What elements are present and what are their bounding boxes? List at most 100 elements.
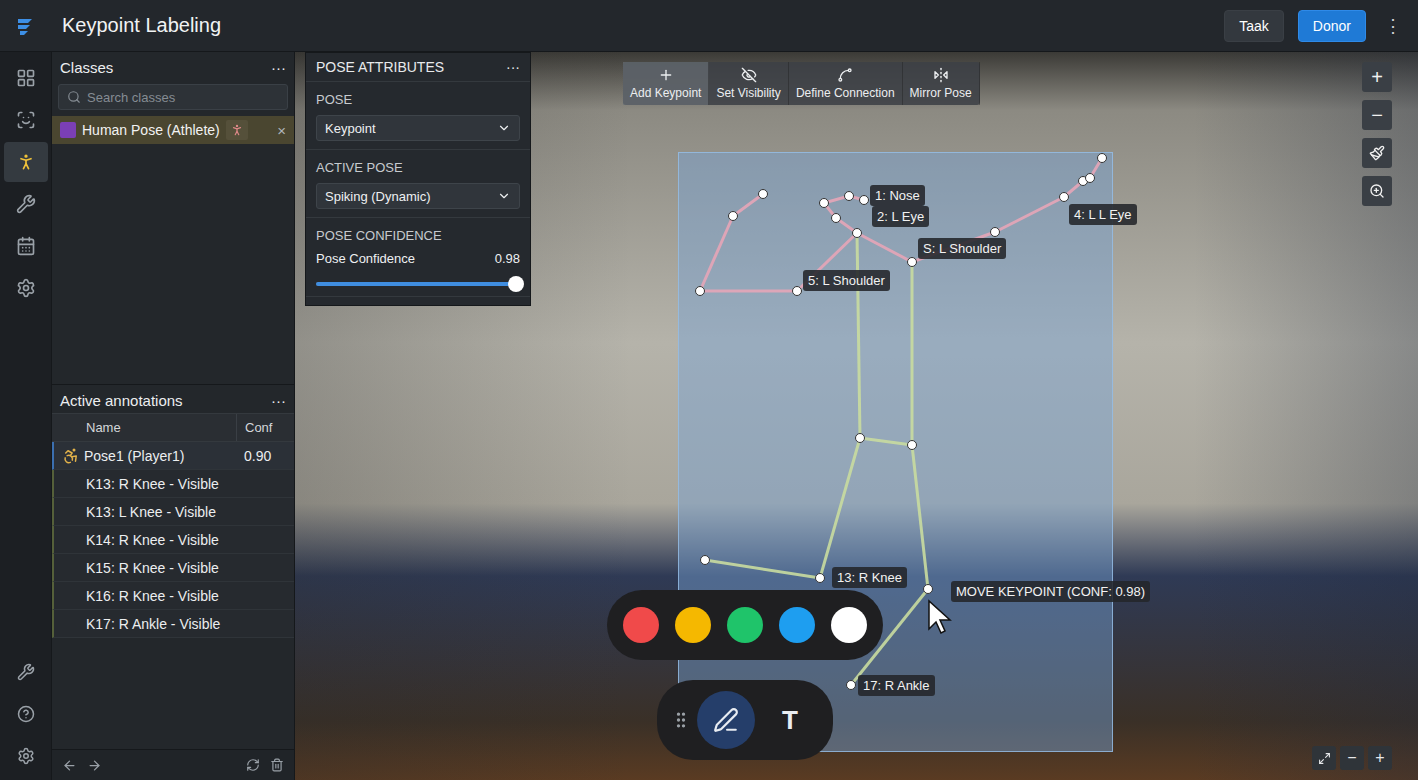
toolbar-button[interactable]: Set Visibility bbox=[709, 62, 788, 105]
back-icon[interactable] bbox=[62, 758, 77, 773]
annotations-panel: Active annotations···NameConfPose1 (Play… bbox=[52, 385, 294, 750]
top-bar: Keypoint Labeling Taak Donor ⋮ bbox=[0, 0, 1418, 52]
panel-menu[interactable]: ··· bbox=[506, 59, 520, 75]
color-palette bbox=[607, 590, 883, 660]
class-item[interactable]: Human Pose (Athlete)× bbox=[52, 116, 294, 144]
panel-menu[interactable]: ··· bbox=[271, 392, 286, 409]
rail-item[interactable] bbox=[4, 184, 48, 224]
panel-header: Active annotations··· bbox=[52, 385, 294, 413]
attribute-field: ACTIVE POSESpiking (Dynamic) bbox=[306, 150, 530, 218]
table-row[interactable]: K13: R Knee - Visible bbox=[52, 470, 294, 498]
table-row[interactable]: Pose1 (Player1)0.90 bbox=[52, 442, 294, 470]
table-row[interactable]: K17: R Ankle - Visible bbox=[52, 610, 294, 638]
brush-icon bbox=[1369, 145, 1385, 161]
rail-item[interactable] bbox=[4, 694, 48, 734]
color-swatch[interactable] bbox=[623, 607, 659, 643]
forward-icon[interactable] bbox=[87, 758, 102, 773]
keypoint-label[interactable]: S: L Shoulder bbox=[918, 238, 1006, 259]
table-header: NameConf bbox=[52, 413, 294, 442]
keypoint-label[interactable]: 4: L L Eye bbox=[1069, 204, 1137, 225]
grip-icon[interactable] bbox=[671, 710, 691, 730]
keypoint-label[interactable]: 17: R Ankle bbox=[858, 675, 935, 696]
rail-item[interactable] bbox=[4, 100, 48, 140]
search-field[interactable]: Search classes bbox=[58, 84, 288, 110]
skeleton-icon bbox=[226, 120, 248, 140]
column-header[interactable]: Conf bbox=[236, 414, 294, 441]
zoom-bar: −+ bbox=[1312, 746, 1392, 770]
select-field[interactable]: Keypoint bbox=[316, 115, 520, 141]
chevron-down-icon bbox=[497, 121, 511, 135]
image-canvas[interactable]: POSE ATTRIBUTES···POSEKeypointACTIVE POS… bbox=[295, 52, 1418, 780]
app-title: Keypoint Labeling bbox=[62, 14, 1210, 37]
scan-icon bbox=[16, 110, 36, 130]
logo-icon bbox=[14, 15, 36, 37]
rail-item[interactable] bbox=[4, 226, 48, 266]
table-row[interactable]: K14: R Knee - Visible bbox=[52, 526, 294, 554]
panel-footer bbox=[52, 750, 294, 780]
zoom-out-button[interactable]: − bbox=[1340, 746, 1364, 770]
text-tool[interactable]: T bbox=[761, 691, 819, 749]
table-row[interactable]: K13: L Knee - Visible bbox=[52, 498, 294, 526]
fit-icon bbox=[1318, 752, 1331, 765]
connection-icon bbox=[837, 67, 853, 83]
gear-icon bbox=[17, 747, 35, 765]
rail-item[interactable] bbox=[4, 142, 48, 182]
cursor-icon bbox=[927, 599, 953, 635]
rail-item[interactable] bbox=[4, 268, 48, 308]
chevron-down-icon bbox=[497, 189, 511, 203]
primary-button[interactable]: Donor bbox=[1298, 10, 1366, 42]
fit-button[interactable] bbox=[1312, 746, 1336, 770]
pose-icon bbox=[16, 152, 36, 172]
rail-item[interactable] bbox=[4, 652, 48, 692]
toolbar-button[interactable]: Add Keypoint bbox=[623, 62, 709, 105]
confidence-slider[interactable] bbox=[316, 282, 520, 286]
wrench-icon bbox=[17, 663, 35, 681]
class-swatch bbox=[60, 122, 76, 138]
keypoint-label[interactable]: 13: R Knee bbox=[832, 567, 907, 588]
eye-off-icon bbox=[741, 67, 757, 83]
keypoint-label[interactable]: 1: Nose bbox=[870, 185, 925, 206]
toolbar-button[interactable]: Define Connection bbox=[789, 62, 903, 105]
panel-header: POSE ATTRIBUTES··· bbox=[306, 53, 530, 82]
secondary-button[interactable]: Taak bbox=[1224, 10, 1284, 42]
bounding-box[interactable] bbox=[678, 152, 1113, 752]
wrench-icon bbox=[16, 194, 36, 214]
zoom-in-button[interactable]: + bbox=[1362, 62, 1392, 92]
rail-item[interactable] bbox=[4, 58, 48, 98]
draw-tool[interactable] bbox=[697, 691, 755, 749]
keypoint-label[interactable]: MOVE KEYPOINT (CONF: 0.98) bbox=[951, 581, 1150, 602]
zoom-in-button[interactable]: + bbox=[1368, 746, 1392, 770]
brush-button[interactable] bbox=[1362, 138, 1392, 168]
search-icon bbox=[67, 90, 81, 104]
magnify-icon bbox=[1369, 183, 1385, 199]
icon-rail bbox=[0, 52, 52, 780]
color-swatch[interactable] bbox=[831, 607, 867, 643]
select-field[interactable]: Spiking (Dynamic) bbox=[316, 183, 520, 209]
canvas-toolbar: Add KeypointSet VisibilityDefine Connect… bbox=[623, 62, 980, 105]
classes-panel: Classes···Search classesHuman Pose (Athl… bbox=[52, 52, 294, 385]
app-window: Keypoint LabelingTaakDonor⋮Classes···Sea… bbox=[0, 0, 1418, 780]
refresh-icon[interactable] bbox=[246, 758, 260, 772]
attribute-field: POSEKeypoint bbox=[306, 82, 530, 150]
left-column: Classes···Search classesHuman Pose (Athl… bbox=[52, 52, 295, 780]
color-swatch[interactable] bbox=[779, 607, 815, 643]
panel-menu[interactable]: ··· bbox=[271, 59, 286, 76]
more-menu[interactable]: ⋮ bbox=[1380, 15, 1406, 37]
remove-button[interactable]: × bbox=[277, 122, 286, 139]
color-swatch[interactable] bbox=[727, 607, 763, 643]
mirror-icon bbox=[933, 67, 949, 83]
zoom-out-button[interactable]: − bbox=[1362, 100, 1392, 130]
rail-item[interactable] bbox=[4, 736, 48, 776]
column-header[interactable]: Name bbox=[52, 414, 236, 441]
table-row[interactable]: K16: R Knee - Visible bbox=[52, 582, 294, 610]
trash-icon[interactable] bbox=[270, 758, 284, 772]
toolbar-button[interactable]: Mirror Pose bbox=[903, 62, 980, 105]
color-swatch[interactable] bbox=[675, 607, 711, 643]
gear-icon bbox=[16, 278, 36, 298]
calendar-icon bbox=[16, 236, 36, 256]
magnify-button[interactable] bbox=[1362, 176, 1392, 206]
keypoint-label[interactable]: 2: L Eye bbox=[872, 206, 929, 227]
table-row[interactable]: K15: R Knee - Visible bbox=[52, 554, 294, 582]
keypoint-label[interactable]: 5: L Shoulder bbox=[803, 270, 890, 291]
plus-icon bbox=[658, 67, 674, 83]
